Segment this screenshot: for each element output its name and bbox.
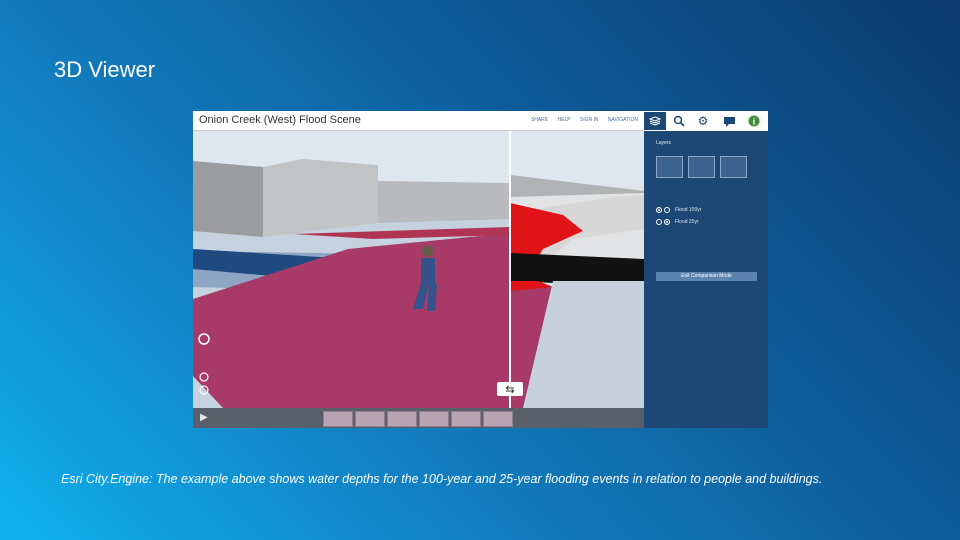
- building-icon[interactable]: [720, 156, 747, 178]
- slide-thumbnail[interactable]: [451, 411, 481, 427]
- slide-thumbnail[interactable]: [323, 411, 353, 427]
- scene-3d-render: ⇆: [193, 131, 644, 408]
- panel-heading: Layers: [656, 140, 672, 146]
- building-icon[interactable]: [656, 156, 683, 178]
- menu-help[interactable]: HELP: [558, 117, 571, 123]
- radio-left[interactable]: [656, 207, 662, 213]
- radio-right[interactable]: [664, 207, 670, 213]
- viewer-title-bar: Onion Creek (West) Flood Scene SHARE HEL…: [193, 111, 644, 131]
- layers-icon[interactable]: [644, 112, 666, 130]
- svg-text:⇆: ⇆: [505, 383, 514, 396]
- menu-sign-in[interactable]: SIGN IN: [580, 117, 599, 123]
- menu-share[interactable]: SHARE: [531, 117, 548, 123]
- building-icon[interactable]: [688, 156, 715, 178]
- search-icon[interactable]: [668, 112, 690, 130]
- scene-title: Onion Creek (West) Flood Scene: [199, 114, 361, 126]
- play-icon[interactable]: ▶: [200, 412, 208, 423]
- slide-title: 3D Viewer: [54, 57, 156, 82]
- slide-thumbnail[interactable]: [387, 411, 417, 427]
- radio-right[interactable]: [664, 219, 670, 225]
- option-row-100yr[interactable]: Flood 100yr: [656, 207, 701, 213]
- info-icon[interactable]: i: [743, 112, 765, 130]
- slides-timeline: ▶: [193, 408, 644, 428]
- slide-thumbnail[interactable]: [483, 411, 513, 427]
- top-menu: SHARE HELP SIGN IN NAVIGATION: [523, 117, 638, 123]
- cityengine-viewer-screenshot: Onion Creek (West) Flood Scene SHARE HEL…: [193, 111, 768, 428]
- radio-left[interactable]: [656, 219, 662, 225]
- gear-icon[interactable]: ⚙: [692, 112, 714, 130]
- comment-icon[interactable]: [718, 112, 740, 130]
- slide-thumbnail[interactable]: [355, 411, 385, 427]
- side-panel: ⚙ i Layers Flood 100yr Flood 25yr Exit C…: [644, 111, 768, 428]
- option-label: Flood 100yr: [675, 207, 702, 213]
- tool-tabs: ⚙ i: [644, 111, 768, 131]
- option-row-25yr[interactable]: Flood 25yr: [656, 219, 699, 225]
- slide-caption: Esri City.Engine: The example above show…: [61, 472, 823, 486]
- scene-viewport[interactable]: ⇆: [193, 131, 644, 408]
- menu-navigation[interactable]: NAVIGATION: [608, 117, 638, 123]
- slide-thumbnail[interactable]: [419, 411, 449, 427]
- option-label: Flood 25yr: [675, 219, 699, 225]
- exit-comparison-button[interactable]: Exit Comparison Mode: [656, 272, 757, 281]
